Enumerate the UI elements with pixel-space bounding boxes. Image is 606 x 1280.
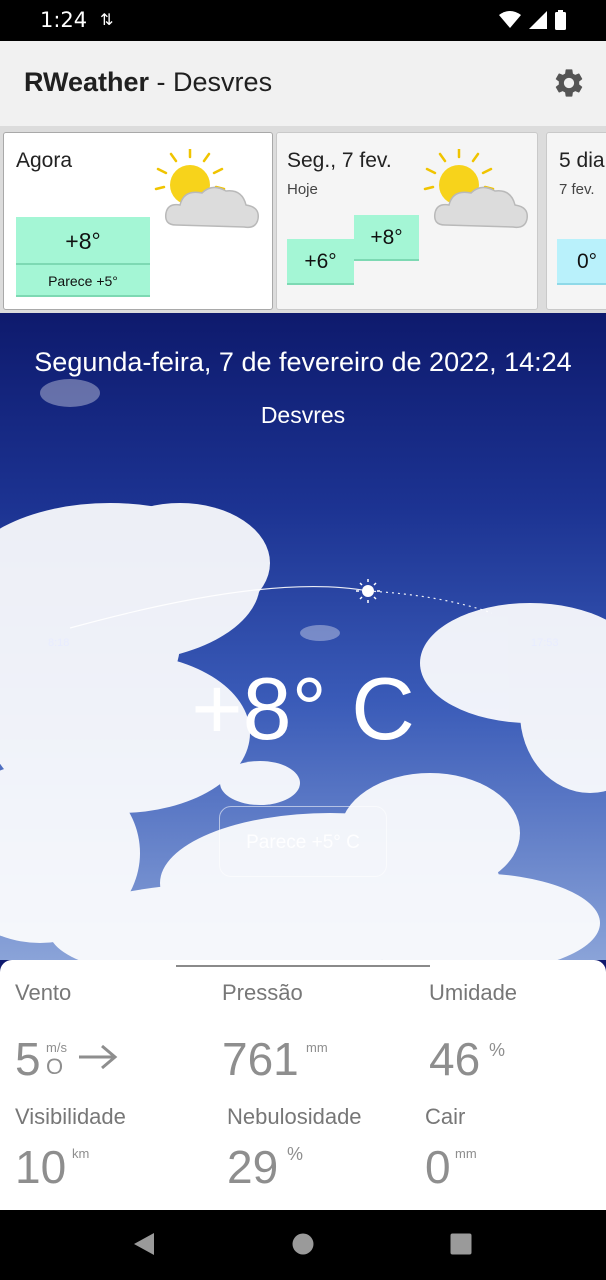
metric-unit: %	[287, 1144, 304, 1164]
metric-unit: m/s	[46, 1040, 67, 1055]
battery-icon	[555, 10, 566, 30]
metric-value: 29	[227, 1141, 279, 1193]
high-temp-box: +8°	[354, 215, 419, 261]
metric-value: 761	[222, 1033, 299, 1085]
wind-direction: O	[46, 1054, 64, 1079]
forecast-card-now[interactable]: Agora +8° Parece +5°	[3, 132, 273, 310]
metric-value: 5	[15, 1033, 41, 1085]
sunset-time: 17:53	[531, 637, 559, 649]
metric-label: Visibilidade	[15, 1104, 126, 1129]
metric-unit: mm	[455, 1146, 477, 1161]
hero-temperature: +8° C	[191, 659, 415, 758]
partly-cloudy-icon	[154, 149, 259, 229]
metric-visibility: Visibilidade 10 km	[15, 1104, 205, 1204]
metric-precipitation: Cair 0 mm	[425, 1104, 595, 1204]
app-city: Desvres	[173, 67, 273, 97]
feels-like-pill[interactable]: Parece +5° C	[219, 806, 387, 877]
app-brand: RWeather	[24, 67, 150, 97]
arrow-right-icon	[79, 1044, 118, 1070]
app-title: RWeather - Desvres	[24, 67, 272, 98]
app-bar: RWeather - Desvres	[0, 41, 606, 126]
card-title: Agora	[16, 149, 73, 172]
metric-label: Umidade	[429, 980, 518, 1005]
recents-icon[interactable]	[450, 1232, 472, 1256]
metric-label: Nebulosidade	[227, 1104, 362, 1129]
gear-icon[interactable]	[552, 66, 586, 100]
metric-label: Pressão	[222, 980, 303, 1005]
metric-wind: Vento 5 m/s O	[15, 980, 205, 1090]
card-subtitle: Hoje	[287, 181, 318, 198]
wifi-icon	[499, 11, 521, 28]
low-temp-box: 0°	[557, 239, 606, 285]
current-temp-box: +8°	[16, 217, 150, 265]
sunrise-time: 8:18	[48, 637, 70, 649]
metric-humidity: Umidade 46 %	[429, 980, 599, 1090]
current-feels-box: Parece +5°	[16, 265, 150, 297]
signal-icon	[529, 11, 547, 29]
metric-unit: km	[72, 1146, 90, 1161]
low-temp-box: +6°	[287, 239, 354, 285]
forecast-card-next[interactable]: 5 dia 7 fev. 0°	[546, 132, 606, 310]
current-weather-hero: Segunda-feira, 7 de fevereiro de 2022, 1…	[0, 313, 606, 960]
card-subtitle: 7 fev.	[559, 181, 595, 198]
metric-pressure: Pressão 761 mm	[222, 980, 412, 1090]
details-panel: Vento 5 m/s O Pressão 761 mm Umidade 46 …	[0, 960, 606, 1210]
data-transfer-icon: ⇅	[100, 10, 114, 29]
sun-position-icon	[356, 579, 380, 603]
metric-value: 10	[15, 1141, 67, 1193]
card-title: Seg., 7 fev.	[287, 149, 392, 172]
back-icon[interactable]	[133, 1232, 155, 1256]
metric-label: Vento	[15, 980, 72, 1005]
status-bar: 1:24 ⇅	[0, 0, 606, 41]
metric-value: 46	[429, 1033, 481, 1085]
status-icons	[499, 10, 566, 30]
home-icon[interactable]	[292, 1232, 314, 1256]
title-separator: -	[149, 67, 174, 97]
system-nav-bar	[0, 1210, 606, 1280]
metric-label: Cair	[425, 1104, 466, 1129]
metric-unit: %	[489, 1040, 506, 1060]
panel-handle[interactable]	[176, 965, 430, 967]
metric-unit: mm	[306, 1040, 328, 1055]
card-title: 5 dia	[559, 149, 605, 172]
forecast-card-today[interactable]: Seg., 7 fev. Hoje +8° +6°	[276, 132, 538, 310]
forecast-strip: Agora +8° Parece +5° Seg., 7 fev. Hoje +	[0, 126, 606, 313]
partly-cloudy-icon	[423, 149, 528, 229]
metric-cloudiness: Nebulosidade 29 %	[227, 1104, 417, 1204]
status-time: 1:24	[40, 8, 88, 32]
metric-value: 0	[425, 1141, 451, 1193]
